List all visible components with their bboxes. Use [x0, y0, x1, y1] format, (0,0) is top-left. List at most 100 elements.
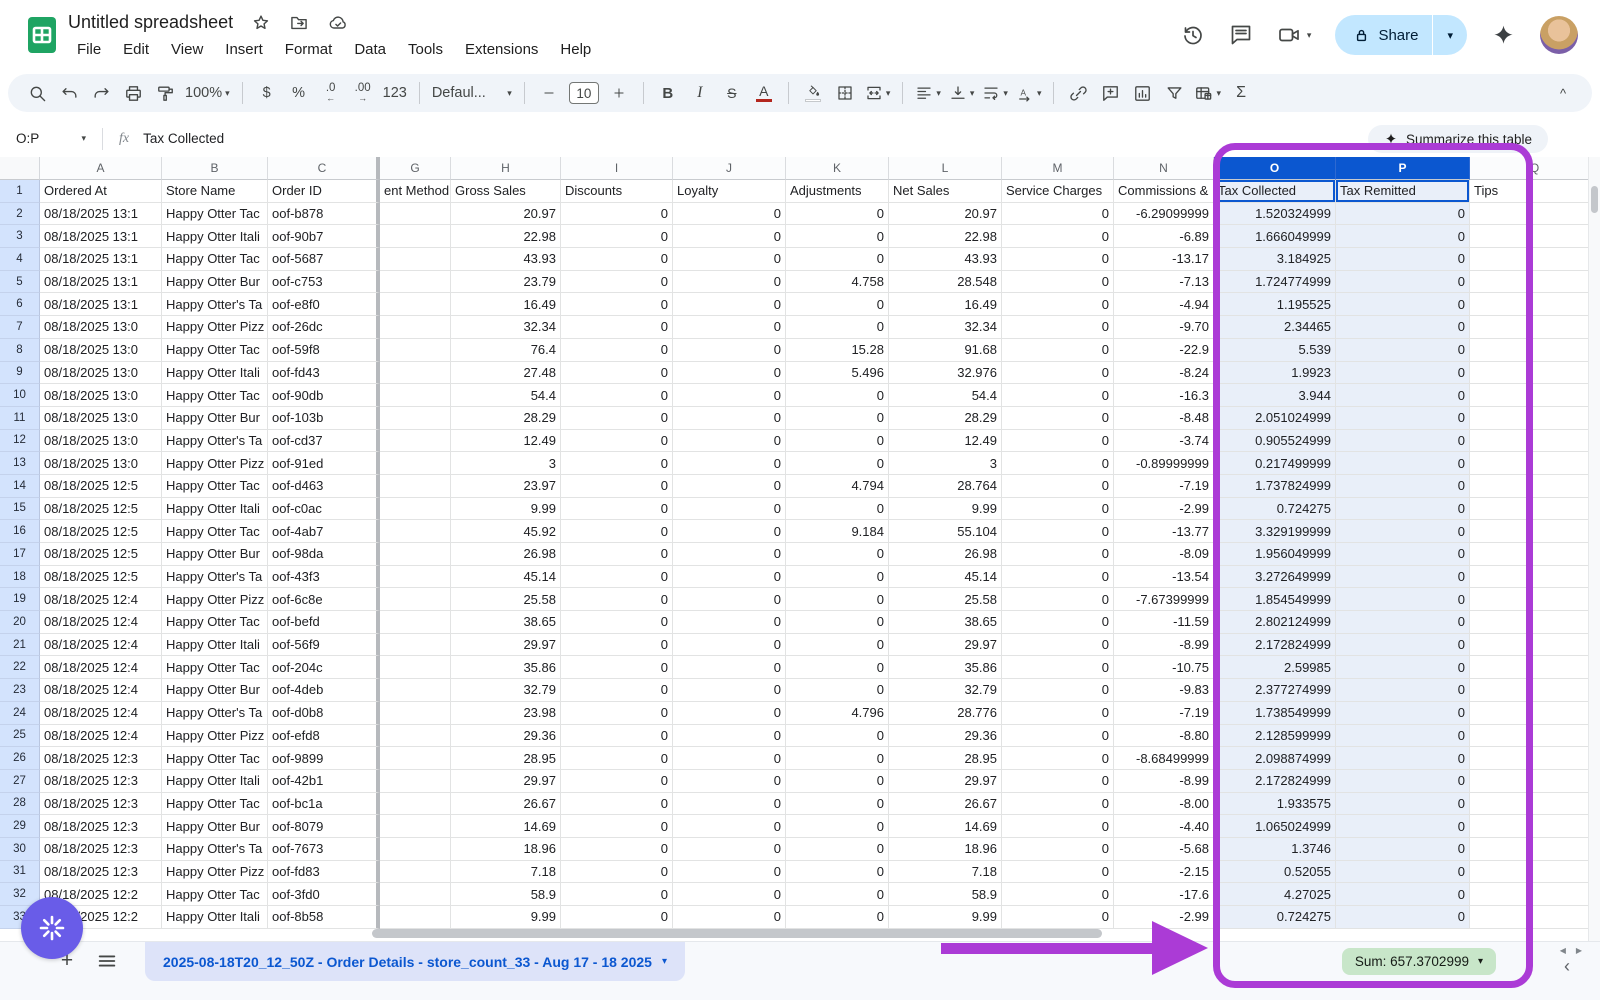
cell-L23[interactable]: 32.79 — [889, 679, 1002, 702]
cell-K30[interactable]: 0 — [786, 838, 889, 861]
cell-J33[interactable]: 0 — [673, 906, 786, 929]
cell-Q4[interactable]: 0 — [1470, 248, 1600, 271]
cell-Q25[interactable]: 0 — [1470, 725, 1600, 748]
column-header-Q[interactable]: Q — [1470, 157, 1600, 180]
cell-L19[interactable]: 25.58 — [889, 588, 1002, 611]
cell-P17[interactable]: 0 — [1336, 543, 1470, 566]
cell-B3[interactable]: Happy Otter Itali — [162, 225, 268, 248]
cell-G27[interactable] — [380, 770, 451, 793]
cell-O20[interactable]: 2.802124999 — [1214, 611, 1336, 634]
cell-Q32[interactable]: 0 — [1470, 883, 1600, 906]
cell-C7[interactable]: oof-26dc — [268, 316, 380, 339]
row-header-19[interactable]: 19 — [0, 588, 40, 611]
cell-Q19[interactable]: 0 — [1470, 588, 1600, 611]
cell-A25[interactable]: 08/18/2025 12:4 — [40, 725, 162, 748]
row-header-8[interactable]: 8 — [0, 339, 40, 362]
menu-item[interactable]: Edit — [112, 38, 160, 61]
cell-J15[interactable]: 0 — [673, 498, 786, 521]
strikethrough-icon[interactable]: S — [717, 79, 747, 107]
cell-M21[interactable]: 0 — [1002, 634, 1114, 657]
cell-L33[interactable]: 9.99 — [889, 906, 1002, 929]
cell-N3[interactable]: -6.89 — [1114, 225, 1214, 248]
cell-N2[interactable]: -6.29099999 — [1114, 203, 1214, 226]
cell-O31[interactable]: 0.52055 — [1214, 861, 1336, 884]
cell-Q27[interactable]: 0 — [1470, 770, 1600, 793]
cell-K14[interactable]: 4.794 — [786, 475, 889, 498]
cell-K31[interactable]: 0 — [786, 861, 889, 884]
cell-O9[interactable]: 1.9923 — [1214, 362, 1336, 385]
cell-N23[interactable]: -9.83 — [1114, 679, 1214, 702]
cell-M27[interactable]: 0 — [1002, 770, 1114, 793]
cell-N24[interactable]: -7.19 — [1114, 702, 1214, 725]
row-header-14[interactable]: 14 — [0, 475, 40, 498]
increase-decimal-icon[interactable]: .00→ — [348, 79, 378, 107]
cell-H28[interactable]: 26.67 — [451, 793, 561, 816]
cell-P11[interactable]: 0 — [1336, 407, 1470, 430]
cell-K33[interactable]: 0 — [786, 906, 889, 929]
cell-C15[interactable]: oof-c0ac — [268, 498, 380, 521]
functions-icon[interactable]: Σ — [1226, 79, 1256, 107]
cell-P21[interactable]: 0 — [1336, 634, 1470, 657]
cell-G32[interactable] — [380, 883, 451, 906]
star-icon[interactable] — [251, 13, 271, 33]
name-box-caret-icon[interactable]: ▾ — [81, 133, 86, 144]
cell-A23[interactable]: 08/18/2025 12:4 — [40, 679, 162, 702]
cell-G20[interactable] — [380, 611, 451, 634]
cell-C20[interactable]: oof-befd — [268, 611, 380, 634]
cell-L6[interactable]: 16.49 — [889, 293, 1002, 316]
cell-G19[interactable] — [380, 588, 451, 611]
cell-G11[interactable] — [380, 407, 451, 430]
cell-C16[interactable]: oof-4ab7 — [268, 520, 380, 543]
cell-B1[interactable]: Store Name — [162, 180, 268, 203]
row-header-23[interactable]: 23 — [0, 679, 40, 702]
cell-I4[interactable]: 0 — [561, 248, 673, 271]
meet-video-icon[interactable]: ▾ — [1277, 23, 1312, 47]
cell-L31[interactable]: 7.18 — [889, 861, 1002, 884]
cell-L28[interactable]: 26.67 — [889, 793, 1002, 816]
cell-C14[interactable]: oof-d463 — [268, 475, 380, 498]
cell-O24[interactable]: 1.738549999 — [1214, 702, 1336, 725]
cell-O18[interactable]: 3.272649999 — [1214, 566, 1336, 589]
more-formats-icon[interactable]: 123 — [380, 79, 410, 107]
cell-P22[interactable]: 0 — [1336, 656, 1470, 679]
cell-A24[interactable]: 08/18/2025 12:4 — [40, 702, 162, 725]
cell-C19[interactable]: oof-6c8e — [268, 588, 380, 611]
cell-B29[interactable]: Happy Otter Bur — [162, 815, 268, 838]
row-header-29[interactable]: 29 — [0, 815, 40, 838]
cell-Q30[interactable]: 0 — [1470, 838, 1600, 861]
cell-O27[interactable]: 2.172824999 — [1214, 770, 1336, 793]
cell-C9[interactable]: oof-fd43 — [268, 362, 380, 385]
cell-I2[interactable]: 0 — [561, 203, 673, 226]
cell-P1[interactable]: Tax Remitted — [1336, 180, 1470, 203]
cell-C33[interactable]: oof-8b58 — [268, 906, 380, 929]
name-box[interactable]: O:P ▾ — [0, 131, 96, 146]
cell-K3[interactable]: 0 — [786, 225, 889, 248]
cell-P24[interactable]: 0 — [1336, 702, 1470, 725]
row-header-17[interactable]: 17 — [0, 543, 40, 566]
sheets-logo-icon[interactable] — [22, 15, 62, 55]
cell-P14[interactable]: 0 — [1336, 475, 1470, 498]
row-header-12[interactable]: 12 — [0, 430, 40, 453]
text-color-icon[interactable]: A — [749, 79, 779, 107]
cell-M10[interactable]: 0 — [1002, 384, 1114, 407]
cell-G12[interactable] — [380, 430, 451, 453]
cell-H14[interactable]: 23.97 — [451, 475, 561, 498]
cell-C26[interactable]: oof-9899 — [268, 747, 380, 770]
cell-L11[interactable]: 28.29 — [889, 407, 1002, 430]
cell-B33[interactable]: Happy Otter Itali — [162, 906, 268, 929]
cell-O22[interactable]: 2.59985 — [1214, 656, 1336, 679]
cell-A19[interactable]: 08/18/2025 12:4 — [40, 588, 162, 611]
cell-M16[interactable]: 0 — [1002, 520, 1114, 543]
cell-P30[interactable]: 0 — [1336, 838, 1470, 861]
cell-M19[interactable]: 0 — [1002, 588, 1114, 611]
select-all-corner[interactable] — [0, 157, 40, 180]
cell-C8[interactable]: oof-59f8 — [268, 339, 380, 362]
cell-Q5[interactable]: 0 — [1470, 271, 1600, 294]
cell-H12[interactable]: 12.49 — [451, 430, 561, 453]
cell-P32[interactable]: 0 — [1336, 883, 1470, 906]
cell-H16[interactable]: 45.92 — [451, 520, 561, 543]
cell-K26[interactable]: 0 — [786, 747, 889, 770]
cell-A3[interactable]: 08/18/2025 13:1 — [40, 225, 162, 248]
cell-P9[interactable]: 0 — [1336, 362, 1470, 385]
cell-J29[interactable]: 0 — [673, 815, 786, 838]
